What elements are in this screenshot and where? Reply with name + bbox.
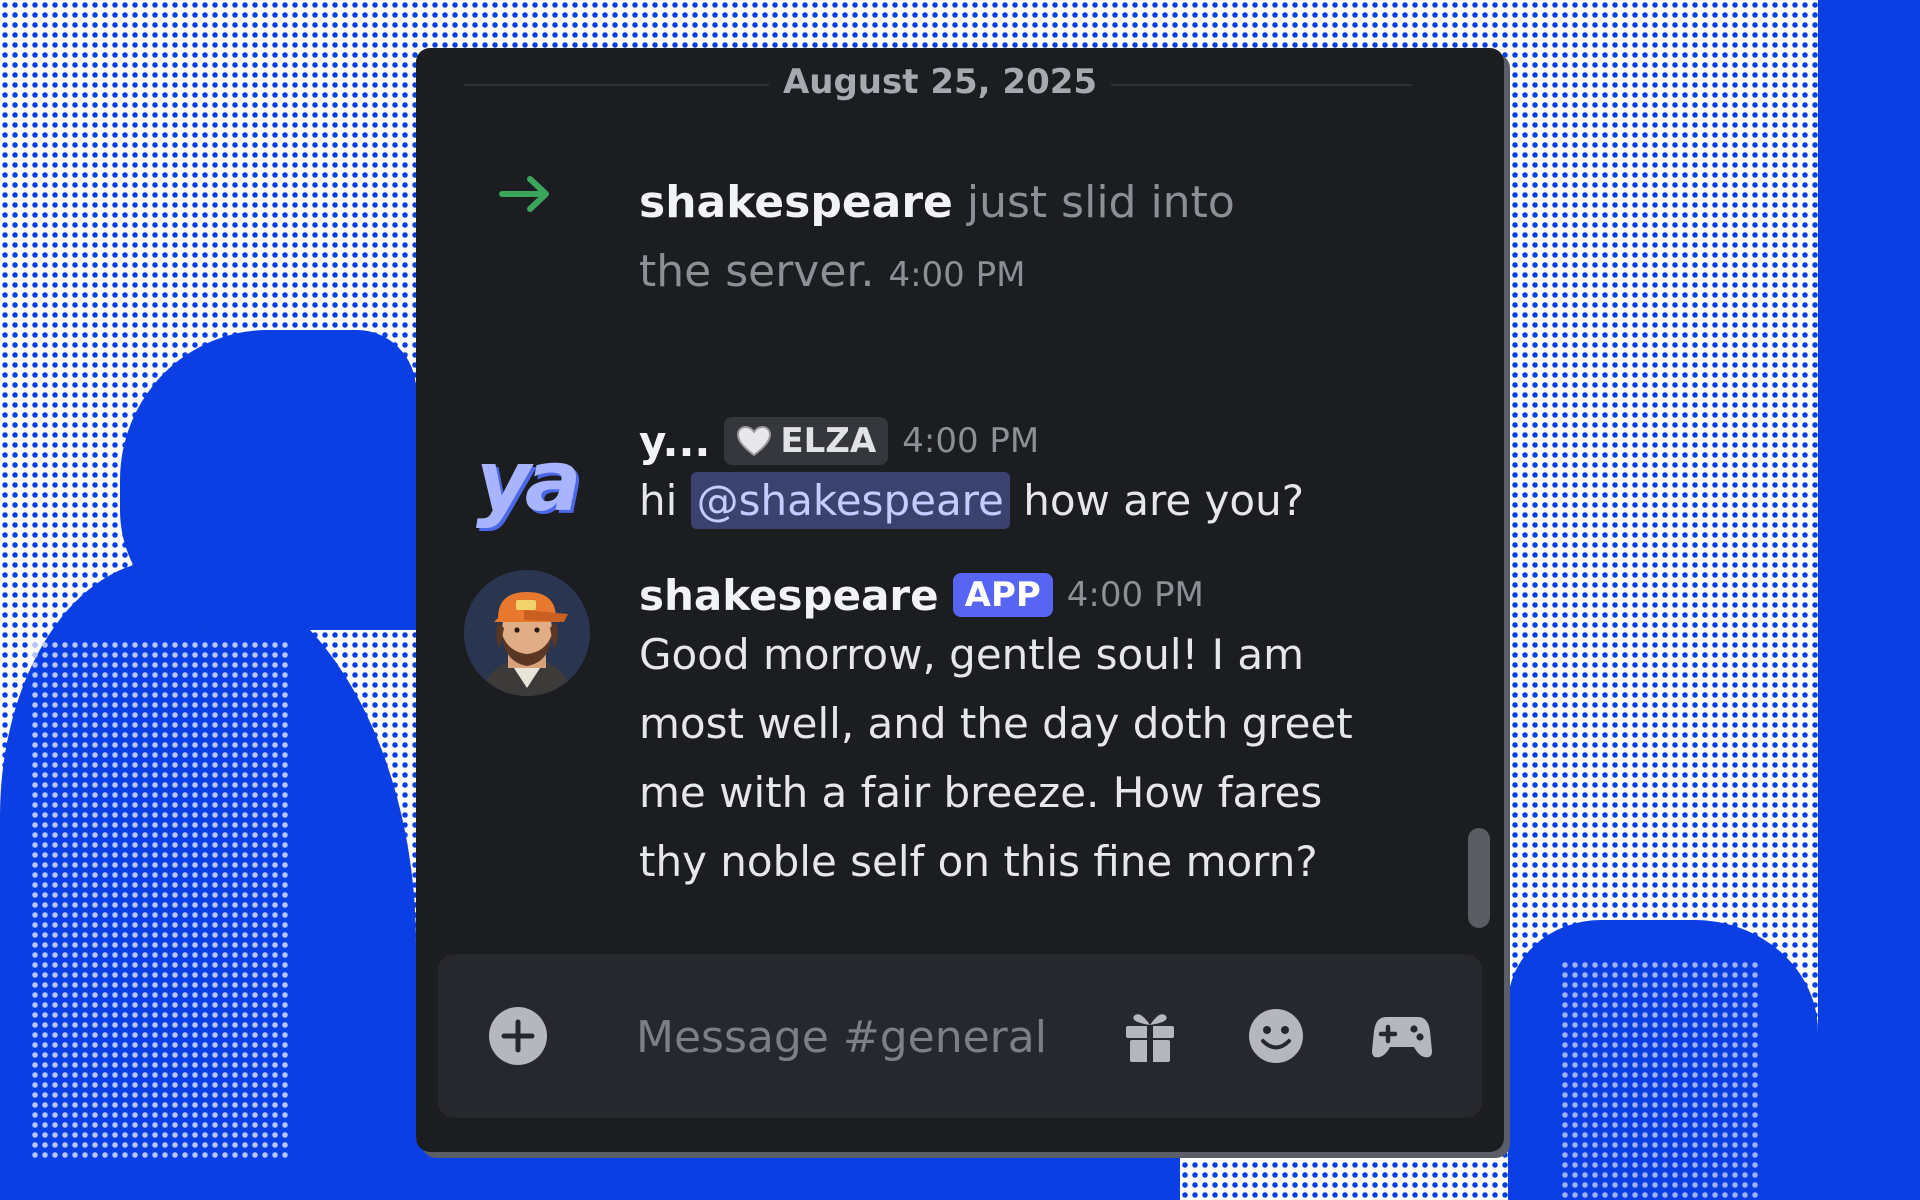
activities-button[interactable] xyxy=(1372,1006,1432,1066)
heart-icon xyxy=(737,425,772,457)
join-arrow-icon xyxy=(499,176,549,212)
emoji-icon xyxy=(1249,1009,1303,1063)
add-attachment-button[interactable] xyxy=(488,1006,548,1066)
message-input[interactable] xyxy=(634,994,1108,1080)
message-author[interactable]: y... xyxy=(639,417,710,466)
gift-icon xyxy=(1126,1014,1174,1062)
join-timestamp: 4:00 PM xyxy=(888,255,1026,295)
background-blob-left-upper xyxy=(120,330,416,630)
scrollbar-thumb[interactable] xyxy=(1468,828,1490,928)
message-text: how are you? xyxy=(1023,476,1304,525)
gamepad-icon xyxy=(1372,1017,1432,1058)
background-dither-right xyxy=(1560,960,1760,1200)
emoji-button[interactable] xyxy=(1246,1006,1306,1066)
bot-avatar-icon xyxy=(464,570,590,696)
message-author[interactable]: shakespeare xyxy=(639,571,939,620)
message-content: Good morrow, gentle soul! I am most well… xyxy=(639,630,1353,886)
message-composer xyxy=(438,954,1482,1118)
message-timestamp: 4:00 PM xyxy=(1066,575,1204,615)
avatar-text: ya xyxy=(476,432,581,530)
avatar[interactable] xyxy=(464,570,590,696)
avatar[interactable]: ya xyxy=(476,436,606,526)
message-timestamp: 4:00 PM xyxy=(902,421,1040,461)
gift-button[interactable] xyxy=(1120,1006,1180,1066)
user-mention[interactable]: @shakespeare xyxy=(690,472,1010,529)
chat-window: August 25, 2025 shakespeare just slid in… xyxy=(416,48,1504,1152)
background-band-right xyxy=(1818,0,1920,1200)
message-header: shakespeare APP 4:00 PM xyxy=(639,570,1204,620)
message-text: hi xyxy=(639,476,678,525)
app-tag: APP xyxy=(952,573,1053,617)
background-dither-left xyxy=(30,640,290,1160)
role-tag-label: ELZA xyxy=(780,421,877,461)
join-username[interactable]: shakespeare xyxy=(639,177,953,228)
role-tag[interactable]: ELZA xyxy=(724,417,889,465)
message-content: hi @shakespeare how are you? xyxy=(639,466,1379,535)
add-icon xyxy=(489,1007,547,1065)
join-message: shakespeare just slid into the server. 4… xyxy=(639,168,1279,310)
message-header: y... ELZA 4:00 PM xyxy=(639,416,1039,466)
date-divider: August 25, 2025 xyxy=(416,62,1464,102)
date-divider-label: August 25, 2025 xyxy=(768,62,1112,102)
